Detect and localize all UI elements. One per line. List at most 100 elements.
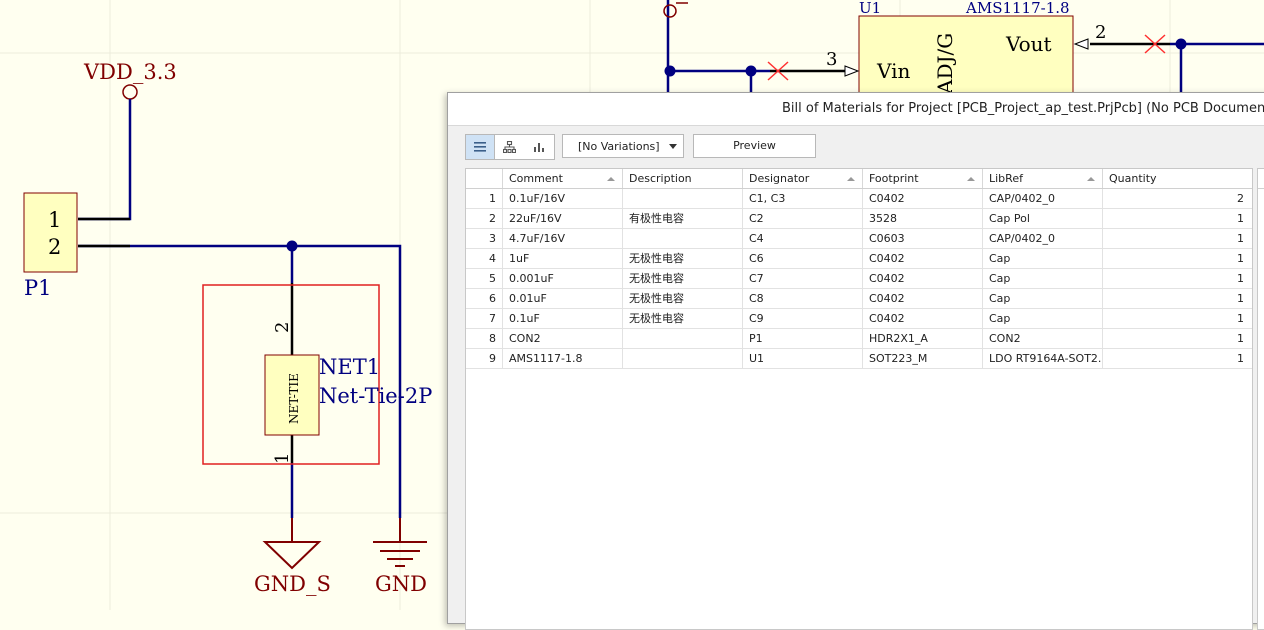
cell-description: 无极性电容 [622,309,742,329]
regulator-pin-vin: Vin [876,59,910,83]
cell-comment: 0.1uF/16V [502,189,622,209]
sort-icon [1087,177,1095,181]
cell-footprint: HDR2X1_A [862,329,982,349]
cell-quantity: 1 [1102,229,1252,249]
regulator-pin-2-number: 2 [1095,22,1106,43]
regulator-u1[interactable]: U1 AMS1117-1.8 Vin Vout ADJ/G 3 2 [826,0,1106,107]
net-tie-body-label: NET-TIE [287,373,301,424]
cell-libref: Cap [982,269,1102,289]
row-number: 6 [466,289,502,309]
power-port-circle [122,84,138,100]
cell-libref: LDO RT9164A-SOT2... [982,349,1102,369]
cell-libref: Cap Pol [982,209,1102,229]
column-header-libref[interactable]: LibRef [982,169,1102,188]
table-row[interactable]: 8 CON2 P1 HDR2X1_A CON2 1 [466,329,1252,349]
sort-icon [607,177,615,181]
regulator-pin-3-number: 3 [826,49,837,70]
table-row[interactable]: 9 AMS1117-1.8 U1 SOT223_M LDO RT9164A-SO… [466,349,1252,369]
regulator-pin-vout: Vout [1005,32,1052,56]
row-number: 4 [466,249,502,269]
regulator-designator: U1 [859,0,881,17]
row-number: 8 [466,329,502,349]
cell-designator: C9 [742,309,862,329]
connector-body [23,192,78,273]
cell-comment: 0.001uF [502,269,622,289]
cell-designator: P1 [742,329,862,349]
table-row[interactable]: 3 4.7uF/16V C4 C0603 CAP/0402_0 1 [466,229,1252,249]
connector-designator: P1 [24,276,52,300]
cell-footprint: SOT223_M [862,349,982,369]
gnd-s-symbol [262,541,322,570]
cell-footprint: 3528 [862,209,982,229]
column-header-comment[interactable]: Comment [502,169,622,188]
cell-comment: 0.1uF [502,309,622,329]
connector-p1[interactable]: 1 2 P1 [23,192,78,300]
cell-description: 无极性电容 [622,289,742,309]
net-tie-component[interactable]: NET-TIE 2 1 NET1 Net-Tie-2P [202,284,432,465]
power-port-vdd[interactable]: VDD_3.3 [83,60,177,100]
cell-comment: AMS1117-1.8 [502,349,622,369]
bom-dialog[interactable]: Bill of Materials for Project [PCB_Proje… [447,92,1264,630]
tree-view-icon[interactable] [495,135,524,159]
row-number: 2 [466,209,502,229]
regulator-pin-adj: ADJ/G [933,33,957,95]
cell-quantity: 1 [1102,309,1252,329]
cell-libref: Cap [982,249,1102,269]
cell-comment: 4.7uF/16V [502,229,622,249]
cell-description [622,349,742,369]
cell-quantity: 1 [1102,209,1252,229]
cell-comment: 0.01uF [502,289,622,309]
variations-value: [No Variations] [578,140,660,153]
cell-libref: CON2 [982,329,1102,349]
connector-pin-2: 2 [48,235,61,259]
output-arrow-icon [1073,38,1089,50]
preview-button[interactable]: Preview [693,134,816,158]
sort-icon [967,177,975,181]
cell-comment: 1uF [502,249,622,269]
table-row[interactable]: 5 0.001uF 无极性电容 C7 C0402 Cap 1 [466,269,1252,289]
cell-footprint: C0402 [862,189,982,209]
cell-comment: 22uF/16V [502,209,622,229]
cell-quantity: 1 [1102,349,1252,369]
cell-libref: CAP/0402_0 [982,189,1102,209]
table-row[interactable]: 7 0.1uF 无极性电容 C9 C0402 Cap 1 [466,309,1252,329]
bom-grid[interactable]: Comment Description Designator Footprint… [465,168,1253,630]
gnd-s-label: GND_S [254,572,331,596]
cell-footprint: C0402 [862,269,982,289]
cell-designator: C1, C3 [742,189,862,209]
input-arrow-icon [844,65,860,77]
sort-icon [847,177,855,181]
dialog-title: Bill of Materials for Project [PCB_Proje… [448,93,1264,126]
cell-libref: Cap [982,289,1102,309]
cell-designator: C8 [742,289,862,309]
column-header-quantity[interactable]: Quantity [1102,169,1252,188]
table-row[interactable]: 4 1uF 无极性电容 C6 C0402 Cap 1 [466,249,1252,269]
table-row[interactable]: 6 0.01uF 无极性电容 C8 C0402 Cap 1 [466,289,1252,309]
cell-description: 有极性电容 [622,209,742,229]
cell-footprint: C0402 [862,249,982,269]
regulator-comment: AMS1117-1.8 [965,0,1070,17]
net-tie-designator: NET1 [319,355,380,379]
cell-footprint: C0402 [862,289,982,309]
table-row[interactable]: 2 22uF/16V 有极性电容 C2 3528 Cap Pol 1 [466,209,1252,229]
cell-quantity: 1 [1102,249,1252,269]
cell-libref: CAP/0402_0 [982,229,1102,249]
cell-description [622,189,742,209]
table-row[interactable]: 1 0.1uF/16V C1, C3 C0402 CAP/0402_0 2 [466,189,1252,209]
chart-view-icon[interactable] [524,135,553,159]
list-view-icon[interactable] [466,135,495,159]
net-tie-pin-1: 1 [272,453,293,464]
ground-gnd-s[interactable]: GND_S [254,518,331,596]
cell-footprint: C0402 [862,309,982,329]
grid-header: Comment Description Designator Footprint… [466,169,1252,189]
gnd-label: GND [375,572,427,596]
cell-footprint: C0603 [862,229,982,249]
variations-dropdown[interactable]: [No Variations] [562,134,684,158]
row-number: 5 [466,269,502,289]
column-header-designator[interactable]: Designator [742,169,862,188]
cell-quantity: 1 [1102,329,1252,349]
connector-pin-1: 1 [48,208,61,232]
column-header-footprint[interactable]: Footprint [862,169,982,188]
column-header-description[interactable]: Description [622,169,742,188]
cell-designator: C7 [742,269,862,289]
